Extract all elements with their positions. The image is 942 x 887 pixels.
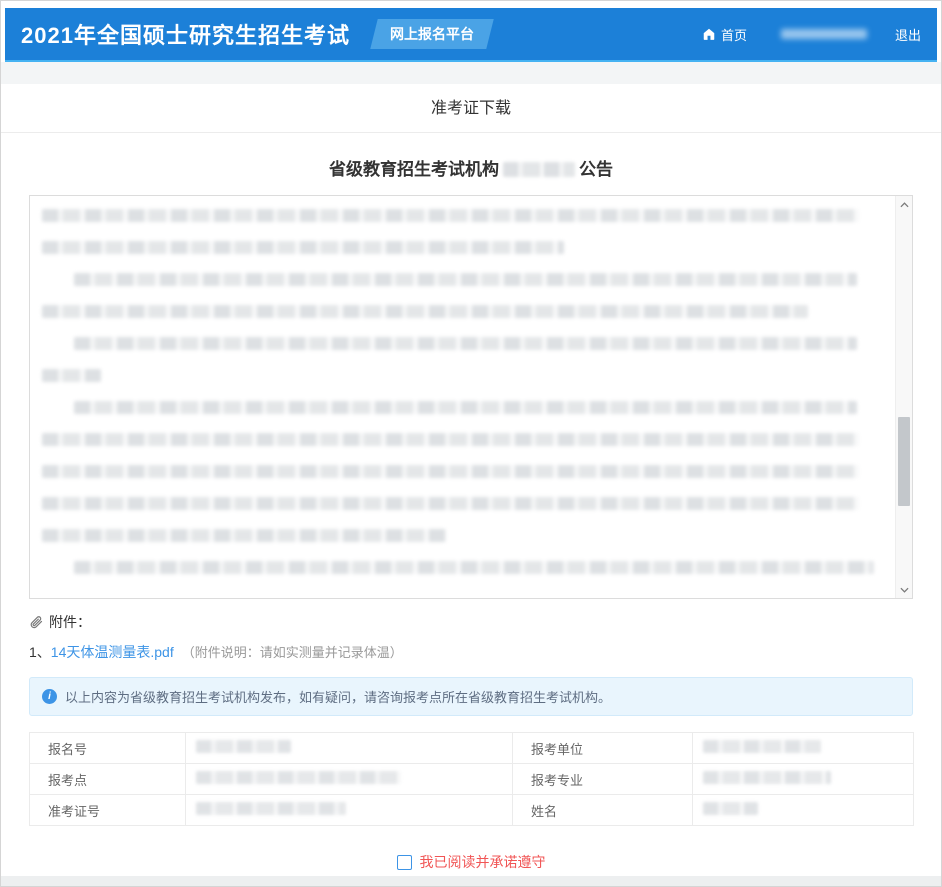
field-value-redacted	[693, 795, 914, 826]
redacted-line	[74, 401, 857, 414]
chevron-down-icon	[900, 587, 909, 593]
redacted-text	[196, 740, 291, 753]
attachment-link[interactable]: 14天体温测量表.pdf	[51, 644, 174, 660]
notice-banner: i 以上内容为省级教育招生考试机构发布，如有疑问，请咨询报考点所在省级教育招生考…	[29, 677, 913, 716]
redacted-line	[42, 305, 808, 318]
field-value-redacted	[186, 795, 513, 826]
table-row: 报名号 报考单位	[30, 733, 914, 764]
redacted-line	[42, 529, 446, 542]
agree-checkbox[interactable]	[397, 855, 412, 870]
redacted-text	[703, 740, 821, 753]
notice-text: 以上内容为省级教育招生考试机构发布，如有疑问，请咨询报考点所在省级教育招生考试机…	[65, 687, 611, 706]
field-value-redacted	[186, 733, 513, 764]
home-link-label: 首页	[721, 25, 747, 44]
table-row: 报考点 报考专业	[30, 764, 914, 795]
home-icon	[702, 27, 716, 41]
attachment-note: （附件说明：请如实测量并记录体温）	[182, 645, 403, 660]
announcement-body	[30, 196, 894, 598]
header-left: 2021年全国硕士研究生招生考试 网上报名平台	[21, 18, 490, 50]
redacted-line	[42, 369, 101, 382]
home-link[interactable]: 首页	[702, 25, 747, 44]
attachments-header: 附件：	[29, 612, 913, 632]
field-value-redacted	[693, 733, 914, 764]
redacted-line	[74, 337, 857, 350]
page-title: 准考证下载	[431, 100, 511, 117]
scroll-down-arrow[interactable]	[896, 581, 913, 598]
redacted-line	[42, 209, 859, 222]
chevron-up-icon	[900, 202, 909, 208]
header-gap	[1, 62, 941, 84]
logout-link[interactable]: 退出	[895, 25, 921, 44]
field-label: 报考点	[30, 764, 186, 795]
field-value-redacted	[693, 764, 914, 795]
field-label: 姓名	[513, 795, 693, 826]
redacted-text	[703, 771, 831, 784]
section-bar: 准考证下载	[1, 84, 941, 133]
field-label: 准考证号	[30, 795, 186, 826]
attachments-label: 附件：	[49, 612, 91, 632]
top-header: 2021年全国硕士研究生招生考试 网上报名平台 首页 退出	[5, 8, 937, 62]
paperclip-icon	[29, 615, 43, 629]
app-title: 2021年全国硕士研究生招生考试	[21, 18, 350, 50]
announcement-box[interactable]	[29, 195, 913, 599]
redacted-text	[196, 771, 401, 784]
platform-badge: 网上报名平台	[370, 19, 493, 49]
redacted-line	[42, 433, 859, 446]
info-table: 报名号 报考单位 报考点 报考专业 准考证号 姓名	[29, 732, 914, 826]
redacted-line	[42, 465, 859, 478]
content-card: 准考证下载 省级教育招生考试机构公告 附件： 1、14	[1, 84, 941, 887]
username-redacted	[781, 29, 867, 39]
redacted-line	[42, 241, 564, 254]
attachment-index: 1、	[29, 644, 51, 660]
redacted-org-name	[503, 162, 575, 177]
redacted-line	[74, 561, 874, 574]
attachments-section: 附件： 1、14天体温测量表.pdf （附件说明：请如实测量并记录体温）	[29, 612, 913, 662]
header-right: 首页 退出	[702, 25, 921, 44]
scrollbar[interactable]	[895, 196, 912, 598]
bottom-strip	[1, 876, 941, 886]
field-label: 报名号	[30, 733, 186, 764]
redacted-text	[196, 802, 346, 815]
redacted-line	[42, 497, 859, 510]
info-icon: i	[42, 689, 57, 704]
field-value-redacted	[186, 764, 513, 795]
page: 2021年全国硕士研究生招生考试 网上报名平台 首页 退出 准考证下载 省级教育…	[0, 0, 942, 887]
announcement-title-prefix: 省级教育招生考试机构	[329, 160, 499, 179]
field-label: 报考单位	[513, 733, 693, 764]
redacted-line	[74, 273, 857, 286]
field-label: 报考专业	[513, 764, 693, 795]
platform-badge-label: 网上报名平台	[390, 24, 474, 44]
table-row: 准考证号 姓名	[30, 795, 914, 826]
announcement-title-suffix: 公告	[579, 160, 613, 179]
scroll-up-arrow[interactable]	[896, 196, 913, 213]
attachment-item: 1、14天体温测量表.pdf （附件说明：请如实测量并记录体温）	[29, 642, 913, 662]
announcement-title: 省级教育招生考试机构 公告	[1, 155, 941, 180]
agree-row: 我已阅读并承诺遵守	[1, 852, 941, 872]
agree-label: 我已阅读并承诺遵守	[420, 852, 546, 872]
redacted-text	[703, 802, 758, 815]
scrollbar-thumb[interactable]	[898, 417, 910, 505]
